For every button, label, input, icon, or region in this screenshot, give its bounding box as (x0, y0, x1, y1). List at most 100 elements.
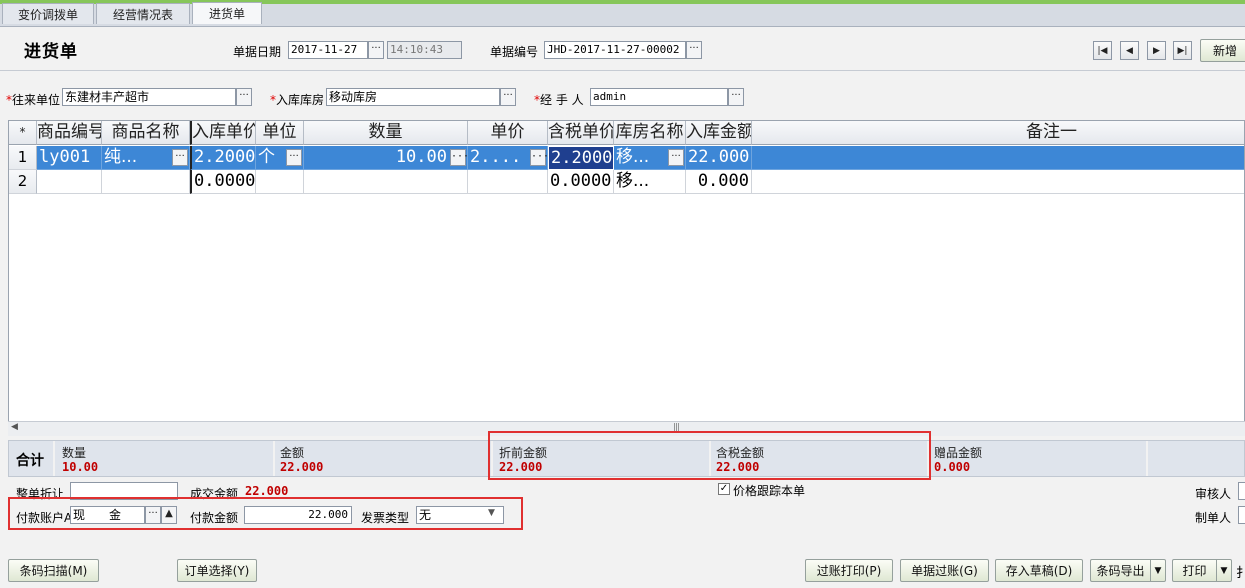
cell-picker-button[interactable]: ··· (286, 149, 302, 166)
warehouse-label: *入库库房 (270, 93, 325, 107)
chevron-down-icon: ▼ (1220, 565, 1228, 576)
time-field: 14:10:43 (387, 41, 462, 59)
maker-field[interactable] (1238, 506, 1245, 524)
auditor-label: 审核人 (1195, 487, 1232, 501)
date-picker-button[interactable]: ··· (368, 41, 384, 59)
col-header-amount[interactable]: 入库金额 (686, 121, 752, 145)
next-record-button[interactable]: ▶ (1147, 41, 1166, 60)
cell-tax-price[interactable]: 0.0000 (548, 170, 614, 194)
doc-no-field[interactable]: JHD-2017-11-27-00002 (544, 41, 686, 59)
cell-price[interactable] (468, 170, 548, 194)
barcode-scan-button[interactable]: 条码扫描(M) (8, 559, 99, 582)
items-grid[interactable]: * 商品编号 商品名称 入库单价 单位 数量 单价 含税单价 库房名称 入库金额… (8, 120, 1245, 436)
cell-store[interactable]: 移... ··· (614, 146, 686, 170)
cell-name[interactable] (102, 170, 190, 194)
cell-picker-button[interactable]: ··· (450, 149, 467, 166)
cell-qty[interactable]: 10.00 ··· (304, 146, 468, 170)
barcode-export-dropdown[interactable]: ▼ (1150, 559, 1166, 582)
cell-picker-button[interactable]: ··· (530, 149, 547, 166)
last-icon: ▶| (1177, 45, 1188, 56)
first-icon: |◀ (1097, 45, 1108, 56)
col-header-code[interactable]: 商品编号 (37, 121, 102, 145)
cell-in-price[interactable]: 0.0000 (190, 170, 256, 194)
doc-no-label: 单据编号 (490, 45, 539, 59)
checkmark-icon: ✓ (719, 483, 729, 494)
deal-value: 22.000 (245, 484, 289, 498)
row-number[interactable]: 1 (9, 146, 37, 170)
order-select-button[interactable]: 订单选择(Y) (177, 559, 257, 582)
scroll-left-icon[interactable]: ◀ (11, 422, 18, 432)
cell-tax-price-editing[interactable]: 2.2000 (548, 146, 614, 170)
handler-picker-button[interactable]: ··· (728, 88, 744, 106)
summary-qty-label: 数量 (62, 446, 87, 460)
prev-record-button[interactable]: ◀ (1120, 41, 1139, 60)
chevron-down-icon: ▼ (1154, 565, 1162, 576)
print-dropdown[interactable]: ▼ (1216, 559, 1232, 582)
date-label: 单据日期 (233, 45, 282, 59)
col-header-price[interactable]: 单价 (468, 121, 548, 145)
summary-amount-label: 金额 (280, 446, 305, 460)
tab-business-report[interactable]: 经营情况表 (96, 3, 190, 24)
highlight-box-payment (8, 497, 523, 530)
summary-divider (273, 441, 275, 476)
col-header-in-price[interactable]: 入库单价 (190, 121, 256, 145)
summary-gift-value: 0.000 (934, 460, 971, 474)
cell-in-price[interactable]: 2.2000 (190, 146, 256, 170)
next-icon: ▶ (1153, 45, 1160, 56)
price-track-checkbox[interactable]: ✓ (718, 483, 730, 495)
cell-picker-button[interactable]: ··· (172, 149, 188, 166)
doc-no-picker-button[interactable]: ··· (686, 41, 702, 59)
print-button[interactable]: 打印 (1172, 559, 1216, 582)
partner-label: *往来单位 (6, 93, 61, 107)
post-button[interactable]: 单据过账(G) (900, 559, 989, 582)
col-header-qty[interactable]: 数量 (304, 121, 468, 145)
cell-qty[interactable] (304, 170, 468, 194)
tab-price-transfer[interactable]: 变价调拨单 (2, 3, 94, 24)
summary-amount-value: 22.000 (280, 460, 324, 474)
first-record-button[interactable]: |◀ (1093, 41, 1112, 60)
cell-code[interactable]: ly001 (37, 146, 102, 170)
cell-picker-button[interactable]: ··· (668, 149, 684, 166)
highlight-box-summary (488, 431, 931, 480)
cell-unit[interactable] (256, 170, 304, 194)
tab-purchase-order[interactable]: 进货单 (192, 2, 262, 24)
col-header-tax-price[interactable]: 含税单价 (548, 121, 614, 145)
col-header-unit[interactable]: 单位 (256, 121, 304, 145)
new-button[interactable]: 新增 (1200, 39, 1245, 62)
handler-field[interactable]: admin (590, 88, 728, 106)
partner-field[interactable]: 东建材丰产超市 (62, 88, 236, 106)
summary-qty-value: 10.00 (62, 460, 99, 474)
cell-note[interactable] (752, 170, 1244, 194)
warehouse-field[interactable]: 移动库房 (326, 88, 500, 106)
save-draft-button[interactable]: 存入草稿(D) (995, 559, 1083, 582)
post-print-button[interactable]: 过账打印(P) (805, 559, 893, 582)
maker-label: 制单人 (1195, 511, 1232, 525)
col-header-note[interactable]: 备注一 (752, 121, 1244, 145)
cell-price[interactable]: 2.... ··· (468, 146, 548, 170)
cell-unit[interactable]: 个 ··· (256, 146, 304, 170)
barcode-export-button[interactable]: 条码导出 (1090, 559, 1150, 582)
cell-name[interactable]: 纯... ··· (102, 146, 190, 170)
auditor-field[interactable] (1238, 482, 1245, 500)
col-header-name[interactable]: 商品名称 (102, 121, 190, 145)
summary-divider (1146, 441, 1148, 476)
summary-divider (53, 441, 55, 476)
page-title: 进货单 (24, 42, 78, 62)
summary-gift-label: 赠品金额 (934, 446, 983, 460)
row-number[interactable]: 2 (9, 170, 37, 194)
warehouse-picker-button[interactable]: ··· (500, 88, 516, 106)
cell-code[interactable] (37, 170, 102, 194)
more-button[interactable]: 扌 (1236, 562, 1245, 581)
date-field[interactable]: 2017-11-27 (288, 41, 368, 59)
summary-label: 合计 (16, 453, 44, 469)
cell-amount[interactable]: 0.000 (686, 170, 752, 194)
cell-note[interactable] (752, 146, 1244, 170)
prev-icon: ◀ (1126, 45, 1133, 56)
partner-picker-button[interactable]: ··· (236, 88, 252, 106)
last-record-button[interactable]: ▶| (1173, 41, 1192, 60)
grid-corner: * (9, 121, 37, 145)
price-track-label: 价格跟踪本单 (733, 484, 806, 498)
col-header-store[interactable]: 库房名称 (614, 121, 686, 145)
cell-amount[interactable]: 22.000 (686, 146, 752, 170)
cell-store[interactable]: 移... (614, 170, 686, 194)
